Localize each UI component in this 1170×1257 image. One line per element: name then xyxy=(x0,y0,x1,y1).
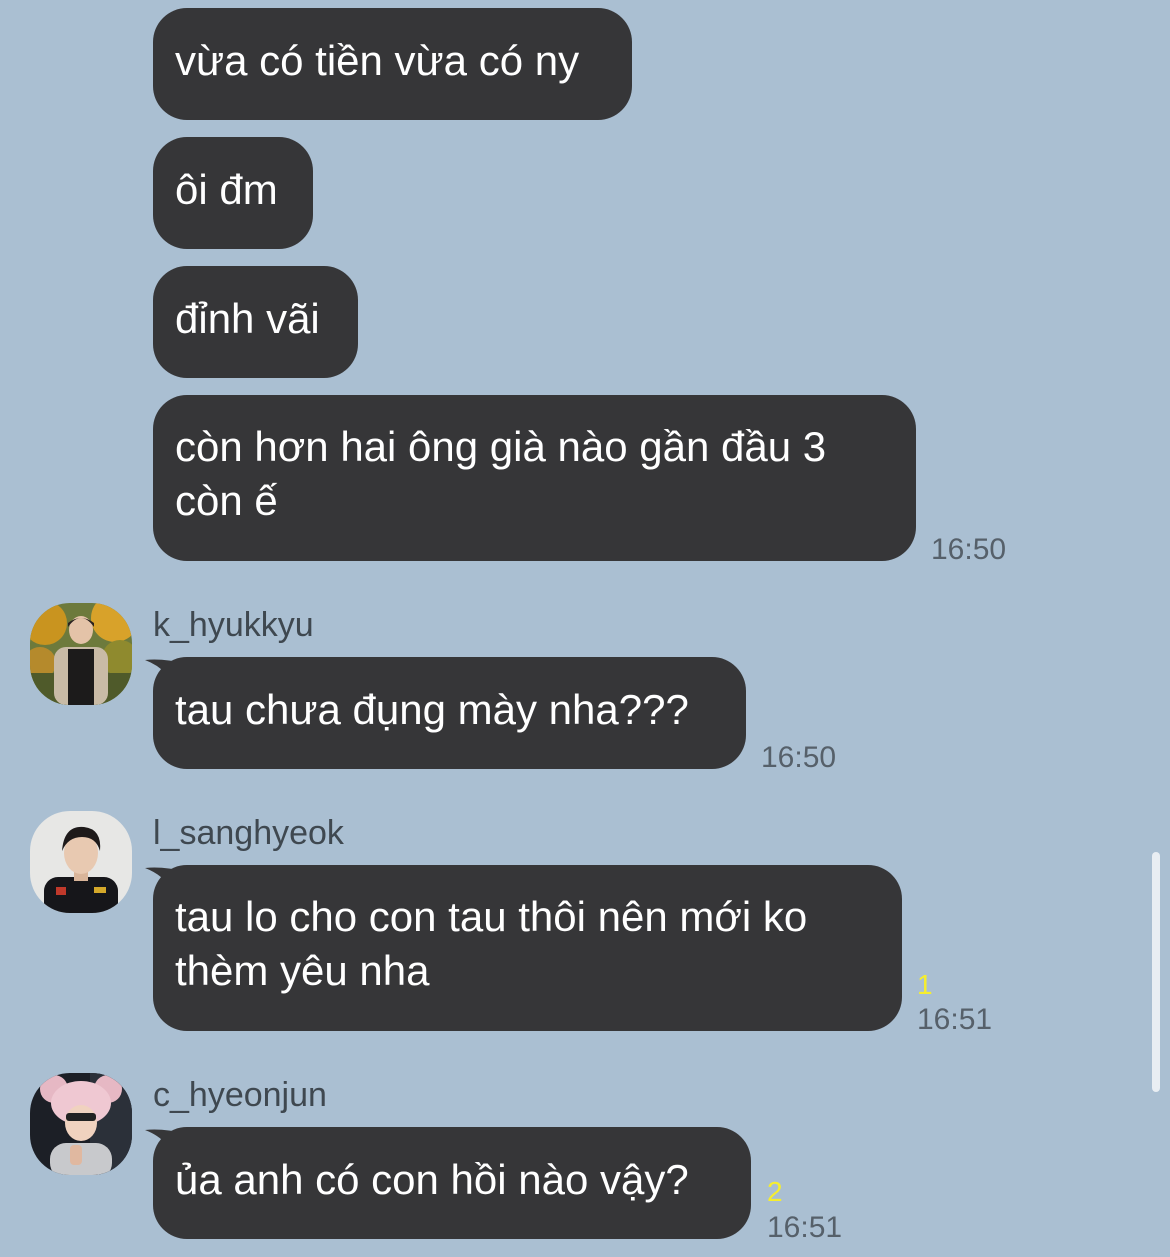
message-text-line: còn hơn hai ông già nào gần đầu 3 xyxy=(175,423,827,470)
avatar-image xyxy=(30,1073,132,1175)
message-text-line: thèm yêu nha xyxy=(175,947,430,994)
message-bubble[interactable]: còn hơn hai ông già nào gần đầu 3 còn ế xyxy=(153,395,916,561)
unread-count: 2 xyxy=(767,1176,783,1207)
message-bubble[interactable]: tau chưa đụng mày nha??? xyxy=(153,657,746,769)
message-timestamp: 16:51 xyxy=(917,1003,993,1036)
avatar-c_hyeonjun[interactable] xyxy=(30,1073,132,1175)
message-timestamp: 16:51 xyxy=(767,1211,843,1244)
unread-count: 1 xyxy=(917,969,933,1000)
sender-username: l_sanghyeok xyxy=(153,814,344,852)
avatar-image xyxy=(30,811,132,913)
message-text: vừa có tiền vừa có ny xyxy=(175,37,580,84)
message-bubble[interactable]: ôi đm xyxy=(153,137,313,249)
avatar-image xyxy=(30,603,132,705)
avatar-l_sanghyeok[interactable] xyxy=(30,811,132,913)
message-text: tau chưa đụng mày nha??? xyxy=(175,686,689,733)
message-timestamp: 16:50 xyxy=(761,741,837,774)
sender-username: k_hyukkyu xyxy=(153,606,314,644)
message-text: ôi đm xyxy=(175,166,278,213)
scrollbar[interactable] xyxy=(1152,852,1160,1092)
sender-username: c_hyeonjun xyxy=(153,1076,327,1114)
message-text: đỉnh vãi xyxy=(175,295,320,342)
message-bubble[interactable]: đỉnh vãi xyxy=(153,266,358,378)
message-bubble[interactable]: tau lo cho con tau thôi nên mới ko thèm … xyxy=(153,865,902,1031)
message-timestamp: 16:50 xyxy=(931,533,1007,566)
message-text: ủa anh có con hồi nào vậy? xyxy=(175,1156,689,1203)
avatar-k_hyukkyu[interactable] xyxy=(30,603,132,705)
message-bubble[interactable]: ủa anh có con hồi nào vậy? xyxy=(153,1127,751,1239)
message-text-line: tau lo cho con tau thôi nên mới ko xyxy=(175,893,808,940)
message-text-line: còn ế xyxy=(175,477,278,524)
message-bubble[interactable]: vừa có tiền vừa có ny xyxy=(153,8,632,120)
